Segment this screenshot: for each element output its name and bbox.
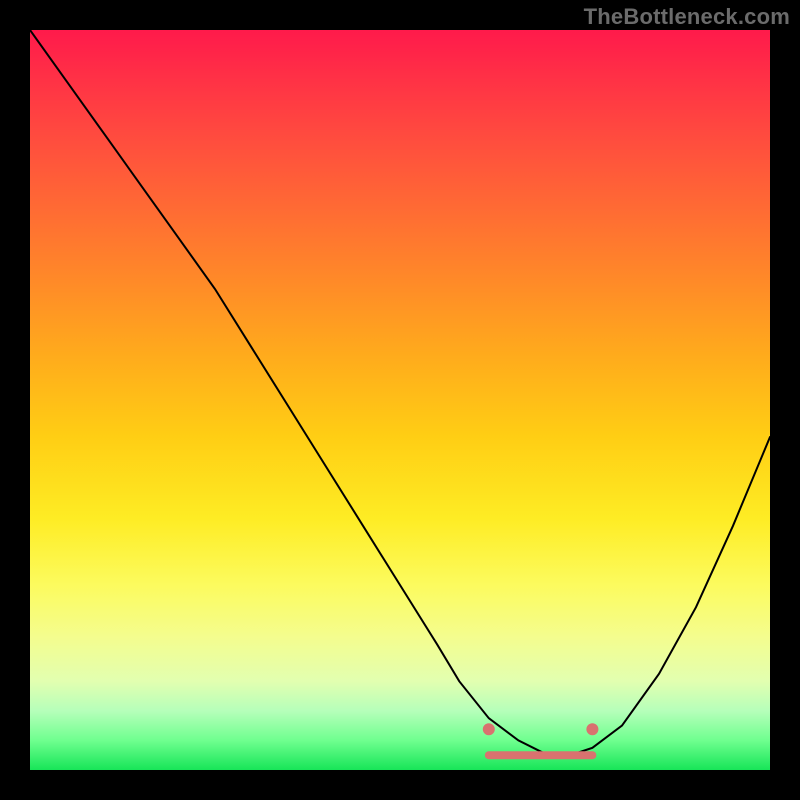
optimal-end-dot xyxy=(586,723,598,735)
watermark-text: TheBottleneck.com xyxy=(584,4,790,30)
chart-frame: TheBottleneck.com xyxy=(0,0,800,800)
curve-layer xyxy=(30,30,770,770)
bottleneck-curve xyxy=(30,30,770,755)
optimal-start-dot xyxy=(483,723,495,735)
plot-area xyxy=(30,30,770,770)
